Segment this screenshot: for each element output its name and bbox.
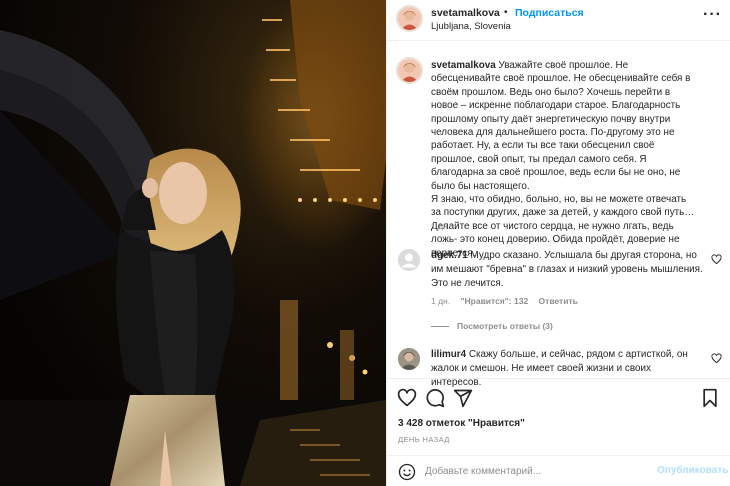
post-header: svetamalkova • Подписаться Ljubljana, Sl… [387, 0, 730, 41]
view-replies-label: Посмотреть ответы (3) [457, 321, 553, 331]
replies-divider-line [431, 326, 449, 328]
comment-input[interactable] [425, 462, 645, 480]
comment-icon[interactable] [425, 388, 445, 408]
comment-like-heart-icon[interactable] [711, 353, 722, 364]
author-username[interactable]: svetamalkova [431, 7, 500, 19]
post-photo[interactable] [0, 0, 386, 486]
night-photo-illustration [0, 0, 386, 486]
commenter-avatar[interactable] [398, 249, 420, 271]
follow-button[interactable]: Подписаться [515, 7, 584, 19]
comment-meta: 1 дн. "Нравится": 132 Ответить [431, 296, 586, 306]
default-avatar-icon [398, 249, 420, 271]
commenter-avatar[interactable] [398, 348, 420, 370]
reply-button[interactable]: Ответить [539, 296, 578, 306]
post-modal: svetamalkova • Подписаться Ljubljana, Sl… [0, 0, 730, 486]
author-avatar[interactable] [396, 5, 423, 32]
view-replies-button[interactable]: Посмотреть ответы (3) [431, 321, 553, 331]
post-location[interactable]: Ljubljana, Slovenia [431, 21, 511, 32]
paper-plane-icon[interactable] [453, 388, 473, 408]
caption-timestamp[interactable]: 1 дн. [431, 221, 450, 231]
comment-timestamp[interactable]: 1 дн. [431, 296, 450, 306]
comment-likes-count[interactable]: "Нравится": 132 [460, 296, 528, 306]
post-details-pane: svetamalkova • Подписаться Ljubljana, Sl… [386, 0, 730, 486]
comment-like-heart-icon[interactable] [711, 254, 722, 265]
more-options-icon[interactable]: ··· [703, 6, 722, 24]
caption-username[interactable]: svetamalkova [431, 60, 496, 71]
comment-username[interactable]: dgek.71 [431, 250, 468, 261]
publish-button[interactable]: Опубликовать [657, 465, 728, 476]
post-caption: svetamalkova Уважайте своё прошлое. Не о… [431, 59, 697, 260]
post-actions-bar [387, 378, 730, 414]
heart-icon[interactable] [397, 388, 417, 408]
comment-username[interactable]: lilimur4 [431, 349, 466, 360]
separator-dot: • [504, 7, 508, 18]
caption-author-avatar[interactable] [396, 57, 423, 84]
comment-text: Мудро сказано. Услышала бы другая сторон… [431, 250, 703, 289]
add-comment-bar: Опубликовать [387, 455, 730, 486]
caption-text: Уважайте своё прошлое. Не обесценивайте … [431, 60, 691, 192]
smiley-icon[interactable] [398, 463, 416, 481]
likes-count[interactable]: 3 428 отметок "Нравится" [398, 418, 525, 429]
bookmark-icon[interactable] [700, 388, 720, 408]
post-date[interactable]: ДЕНЬ НАЗАД [398, 435, 450, 444]
comment-item: dgek.71 Мудро сказано. Услышала бы друга… [431, 249, 709, 291]
